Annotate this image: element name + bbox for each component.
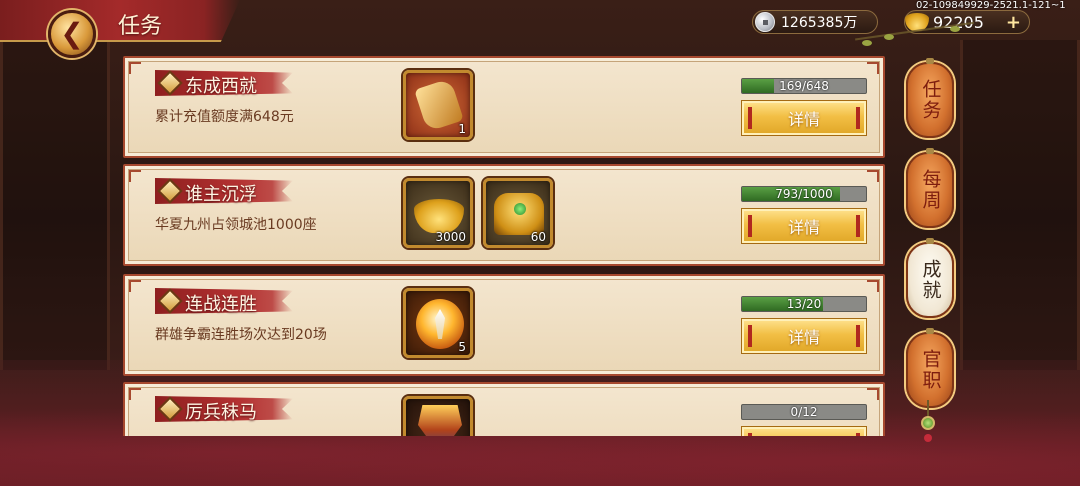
page-title: 任务 xyxy=(118,14,163,39)
task-title: 厉兵秣马 xyxy=(185,402,257,423)
task-card: 连战连胜 群雄争霸连胜场次达到20场 5 13/20 详情 xyxy=(123,274,885,376)
back-arrow-icon: ❮ xyxy=(60,17,84,50)
tab-weekly[interactable]: 每周 xyxy=(906,148,954,228)
detail-button[interactable]: 详情 xyxy=(741,100,867,136)
tab-achievements[interactable]: 成就 xyxy=(906,238,954,318)
task-description: 华夏九州占领城池1000座 xyxy=(155,217,317,233)
reward-gold-ingot-icon[interactable]: 3000 xyxy=(403,178,473,248)
detail-button[interactable]: 详情 xyxy=(741,208,867,244)
task-description: 群雄争霸连胜场次达到20场 xyxy=(155,327,327,343)
decor-leaf xyxy=(862,40,872,46)
progress-bar: 169/648 xyxy=(741,78,867,94)
reward-treasure-chest-icon[interactable]: 60 xyxy=(483,178,553,248)
progress-bar: 793/1000 xyxy=(741,186,867,202)
reward-scroll-icon[interactable]: 1 xyxy=(403,70,473,140)
task-title: 连战连胜 xyxy=(185,294,257,315)
reward-count: 5 xyxy=(458,340,466,354)
tassel-icon xyxy=(924,434,932,442)
build-id: 02-109849929-2521.1-121~1 xyxy=(916,0,1066,11)
tab-official-rank[interactable]: 官职 xyxy=(906,328,954,408)
add-gold-button[interactable]: + xyxy=(1006,14,1021,32)
back-button[interactable]: ❮ xyxy=(48,10,96,58)
decor-leaf xyxy=(884,34,894,40)
silver-coin-icon xyxy=(755,12,775,32)
bg-screen-right xyxy=(960,40,1080,370)
reward-count: 1 xyxy=(458,122,466,136)
tab-tasks[interactable]: 任务 xyxy=(906,58,954,138)
task-list[interactable]: 东成西就 累计充值额度满648元 1 169/648 详情 谁主沉浮 华夏九州占… xyxy=(123,52,885,436)
progress-text: 793/1000 xyxy=(775,187,833,201)
bg-screen-left xyxy=(0,40,110,370)
reward-armor-icon[interactable] xyxy=(403,396,473,436)
reward-count: 3000 xyxy=(435,230,466,244)
detail-button[interactable]: 详情 xyxy=(741,318,867,354)
reward-orb-icon[interactable]: 5 xyxy=(403,288,473,358)
progress-bar: 13/20 xyxy=(741,296,867,312)
silver-currency: 1265385万 xyxy=(752,10,878,34)
progress-text: 169/648 xyxy=(779,79,829,93)
task-title: 东成西就 xyxy=(185,76,257,97)
detail-button[interactable]: 详情 xyxy=(741,426,867,436)
task-description: 累计充值额度满648元 xyxy=(155,109,294,125)
category-tabs: 任务 每周 成就 官职 xyxy=(900,54,960,454)
task-card: 厉兵秣马 0/12 详情 xyxy=(123,382,885,436)
jade-ornament-icon xyxy=(921,416,935,430)
reward-count: 60 xyxy=(530,230,546,244)
task-card: 谁主沉浮 华夏九州占领城池1000座 3000 60 793/1000 详情 xyxy=(123,164,885,266)
task-card: 东成西就 累计充值额度满648元 1 169/648 详情 xyxy=(123,56,885,158)
progress-text: 0/12 xyxy=(790,405,818,419)
progress-text: 13/20 xyxy=(786,297,822,311)
silver-amount: 1265385万 xyxy=(781,15,858,31)
task-title: 谁主沉浮 xyxy=(185,184,257,205)
decor-leaf xyxy=(950,26,960,32)
progress-bar: 0/12 xyxy=(741,404,867,420)
